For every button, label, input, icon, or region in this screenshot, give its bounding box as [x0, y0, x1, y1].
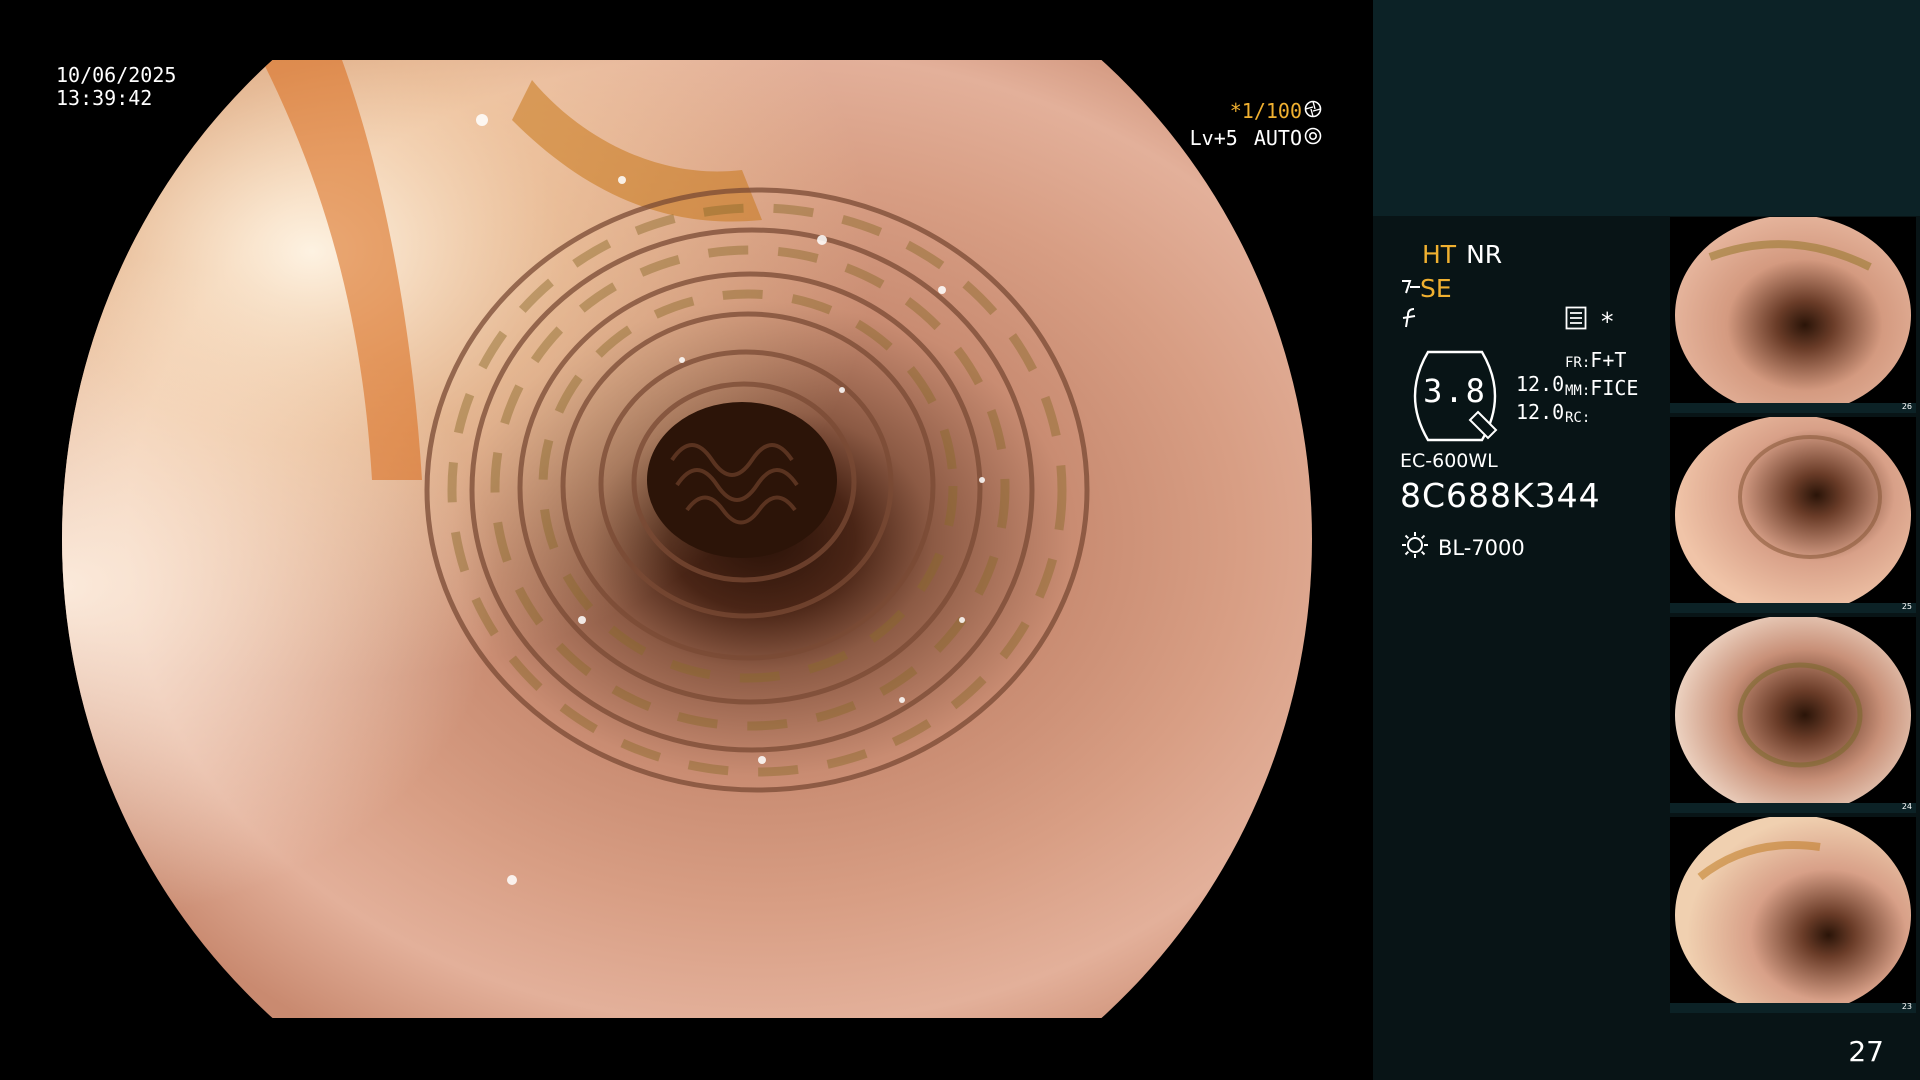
- thumbnail-image: [1675, 817, 1911, 1013]
- menu-row: *: [1565, 306, 1614, 336]
- thumbnail-number: 26: [1901, 402, 1912, 411]
- thumbnail-strip: [1670, 603, 1916, 613]
- se-mode-icon: [1400, 274, 1422, 303]
- auto-gear-icon: [1304, 125, 1322, 152]
- thumbnail-strip: [1670, 403, 1916, 413]
- thumbnail-2[interactable]: 25: [1670, 417, 1916, 613]
- light-source-icon: [1400, 530, 1430, 565]
- endoscopic-live-view: [62, 60, 1312, 1018]
- enhancement-row: HT NR: [1422, 240, 1502, 269]
- nr-label: NR: [1466, 240, 1503, 269]
- endoscope-screen: 10/06/2025 13:39:42 *1/100 Lv+5 AUTO HT …: [0, 0, 1920, 1080]
- thumbnail-number: 23: [1901, 1002, 1912, 1011]
- zoom-number-1: 12.0: [1516, 372, 1565, 396]
- thumbnail-1[interactable]: 26: [1670, 217, 1916, 413]
- filter-row: [1400, 306, 1422, 335]
- zoom-number-2: 12.0: [1516, 400, 1565, 424]
- date-time-display: 10/06/2025 13:39:42: [56, 64, 176, 110]
- auto-mode: AUTO: [1253, 126, 1302, 150]
- exposure-status: *1/100 Lv+5 AUTO: [1190, 98, 1322, 152]
- shutter-speed: *1/100: [1229, 99, 1302, 123]
- brightness-level: Lv+5: [1189, 126, 1238, 150]
- zoom-value: 3.8: [1423, 372, 1487, 410]
- thumbnail-image: [1675, 617, 1911, 813]
- fr-value: F+T: [1590, 348, 1627, 372]
- ht-label: HT: [1422, 240, 1457, 269]
- asterisk-mark: *: [1601, 306, 1614, 336]
- light-source-row: BL-7000: [1400, 530, 1525, 565]
- aperture-icon: [1304, 98, 1322, 125]
- thumbnail-3[interactable]: 24: [1670, 617, 1916, 813]
- mm-value: FICE: [1590, 376, 1639, 400]
- panel-header-area: [1373, 0, 1920, 216]
- date-text: 10/06/2025: [56, 63, 177, 87]
- menu-icon: [1565, 306, 1587, 336]
- scope-model: EC-600WL: [1400, 450, 1498, 472]
- image-counter: 27: [1848, 1035, 1884, 1068]
- zoom-gauge: 3.8: [1400, 350, 1510, 442]
- se-label: SE: [1420, 274, 1452, 303]
- mm-label: MM:: [1565, 383, 1591, 399]
- zoom-numbers: 12.0 12.0: [1516, 370, 1564, 426]
- mode-labels: FR:F+T MM:FICE RC:: [1565, 348, 1638, 431]
- light-source-model: BL-7000: [1438, 535, 1525, 560]
- thumbnail-image: [1675, 417, 1911, 613]
- thumbnail-image: [1675, 217, 1911, 413]
- f-mode-icon: [1400, 306, 1422, 335]
- thumbnail-4[interactable]: 23: [1670, 817, 1916, 1013]
- colon-lumen-image: [62, 60, 1312, 1018]
- rc-label: RC:: [1565, 410, 1591, 426]
- thumbnail-strip: [1670, 1003, 1916, 1013]
- fr-label: FR:: [1565, 355, 1591, 371]
- thumbnail-strip: [1670, 803, 1916, 813]
- thumbnail-number: 25: [1901, 602, 1912, 611]
- time-text: 13:39:42: [56, 86, 153, 110]
- scope-serial: 8C688K344: [1400, 476, 1601, 515]
- thumbnail-number: 24: [1901, 802, 1912, 811]
- structure-enhancement-row: SE: [1400, 274, 1452, 303]
